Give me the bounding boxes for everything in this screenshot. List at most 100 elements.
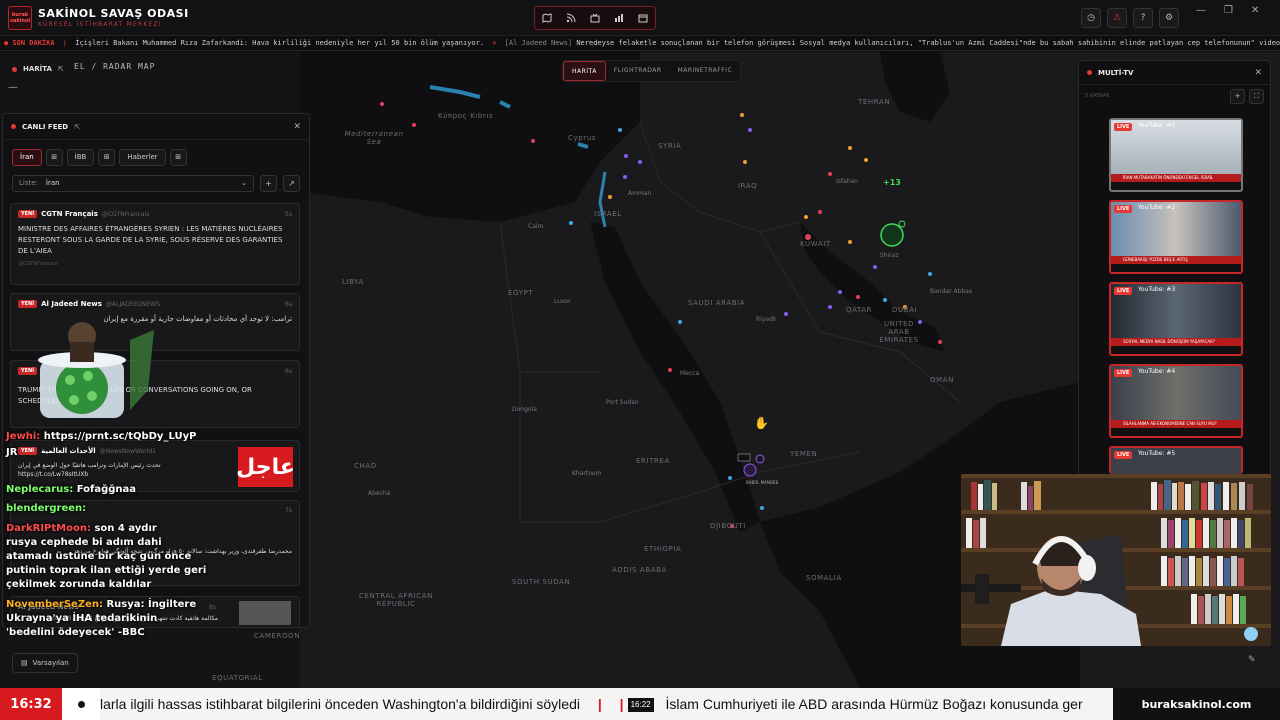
- map-label-kuwait: KUWAIT: [800, 240, 831, 248]
- chat-message: blendergreen:: [6, 502, 86, 515]
- map-panel-header[interactable]: HARİTA ⇱: [4, 60, 72, 78]
- chat-user: blendergreen:: [6, 503, 87, 514]
- tab-grid-icon[interactable]: ⊞: [169, 148, 187, 166]
- city-label: Riyadh: [756, 316, 777, 323]
- live-dot-icon: [12, 66, 17, 72]
- close-icon[interactable]: ✕: [1254, 68, 1262, 78]
- chat-text: Rusya: İngiltere: [106, 599, 197, 610]
- chat-message: 'bedelini ödeyecek' -BBC: [6, 626, 145, 639]
- ticker-item-text[interactable]: İçişleri Bakanı Muhammed Rıza Zafarkandi…: [75, 39, 484, 47]
- gear-icon[interactable]: ⚙: [1159, 8, 1179, 28]
- alert-icon[interactable]: ⚠: [1107, 8, 1127, 28]
- live-dot-icon: [1087, 70, 1092, 75]
- city-label: Shiraz: [880, 252, 899, 259]
- chat-message: Neplecarus: Fofağğnaa: [6, 483, 136, 496]
- close-icon[interactable]: ✕: [293, 122, 301, 132]
- chat-text: Fofağğnaa: [76, 484, 137, 495]
- city-label: Mecca: [680, 370, 700, 377]
- map-label-libya: LIBYA: [342, 278, 364, 286]
- tab-grid-icon[interactable]: ⊞: [98, 148, 116, 166]
- chat-text: Ukrayna'ya İHA tedarikinin: [6, 613, 158, 624]
- tv-strap: GÜNEBAKIŞI YÜZDE BEŞ'E ARTIŞ: [1111, 256, 1241, 264]
- list-select[interactable]: Liste: İran ⌄: [12, 174, 254, 192]
- chat-message: Jewhi: https://prnt.sc/tQbDy_LUyP: [6, 430, 196, 443]
- tab-grid-icon[interactable]: ⊞: [45, 148, 63, 166]
- chat-user: NovemberSeZen:: [6, 599, 103, 610]
- chevron-down-icon: ⌄: [241, 179, 247, 187]
- breaking-news-badge: عاجل: [236, 447, 295, 487]
- city-label: Dongola: [512, 406, 537, 413]
- chart-icon[interactable]: [610, 9, 628, 27]
- app-subtitle: KÜRESEL İSTİHBARAT MERKEZİ: [38, 21, 162, 28]
- webcam-overlay: [961, 474, 1271, 646]
- strait-marker-label: BABÜL MANDEB: [746, 480, 779, 485]
- city-label: Amman: [628, 190, 652, 197]
- tv-channel-card[interactable]: LIVE YouTube: #2 GÜNEBAKIŞI YÜZDE BEŞ'E …: [1109, 200, 1243, 274]
- tv-channel-card[interactable]: LIVE YouTube: #4 SİLAHLANMA AB EKONOMİSİ…: [1109, 364, 1243, 438]
- tv-channel-card[interactable]: LIVE YouTube: #1 İRAN MUTABAKATIN ÖNÜNDE…: [1109, 118, 1243, 192]
- tv-icon[interactable]: [586, 9, 604, 27]
- add-source-button[interactable]: +: [1230, 88, 1245, 104]
- feed-header: CANLI FEED ⇱ ✕: [3, 114, 309, 140]
- tv-strap: İRAN MUTABAKATIN ÖNÜNDEKİ ENGEL İSRAİL: [1111, 174, 1241, 182]
- tab-flightradar[interactable]: FLIGHTRADAR: [606, 61, 670, 81]
- live-badge: LIVE: [1114, 123, 1133, 131]
- multi-tv-subbar: 5 KAYNAK + ⛶: [1079, 85, 1270, 107]
- tv-strap-bar: [1111, 428, 1241, 436]
- close-window-button[interactable]: ✕: [1251, 5, 1259, 16]
- external-link-icon[interactable]: ⇱: [74, 123, 80, 131]
- feed-handle: @CGTNFrancais: [101, 210, 150, 218]
- chat-message: NovemberSeZen: Rusya: İngiltere: [6, 598, 196, 611]
- collapse-button[interactable]: —: [8, 82, 24, 94]
- calendar-icon[interactable]: [634, 9, 652, 27]
- tab-ibb[interactable]: İBB: [66, 148, 95, 166]
- rss-icon[interactable]: [562, 9, 580, 27]
- map-icon[interactable]: [538, 9, 556, 27]
- tab-haberler[interactable]: Haberler: [119, 148, 166, 166]
- add-list-button[interactable]: +: [260, 174, 277, 192]
- feed-list-row: Liste: İran ⌄ + ↗: [12, 172, 300, 194]
- bottom-headline-ticker: larla ilgili hassas istihbarat bilgileri…: [100, 696, 1083, 713]
- bottom-clock: 16:32: [0, 688, 62, 720]
- feed-item[interactable]: YENİ CGTN Français @CGTNFrancais 5s MINI…: [10, 203, 300, 285]
- clock-icon[interactable]: ◷: [1081, 8, 1101, 28]
- list-value: İran: [45, 179, 60, 187]
- minimize-button[interactable]: —: [1196, 5, 1206, 16]
- live-dot-icon: [11, 124, 16, 129]
- map-label-dubai: DUBAI: [892, 306, 918, 314]
- feed-text: تحدث رئيس الإمارات وترامب هاتفيًا حول ال…: [18, 462, 161, 478]
- help-icon[interactable]: ?: [1133, 8, 1153, 28]
- list-label: Liste:: [19, 179, 38, 187]
- expand-list-button[interactable]: ↗: [283, 174, 300, 192]
- map-label-oman: OMAN: [930, 376, 954, 384]
- live-badge: LIVE: [1114, 287, 1133, 295]
- map-panel-label: HARİTA: [23, 65, 52, 73]
- city-label: Isfahan: [836, 178, 858, 185]
- bottom-news-bar: 16:32 larla ilgili hassas istihbarat bil…: [0, 688, 1280, 720]
- tv-channel-card[interactable]: LIVE YouTube: #5: [1109, 446, 1243, 474]
- cluster-marker[interactable]: [880, 223, 904, 247]
- map-icon: ▤: [21, 659, 28, 667]
- tab-marinetraffic[interactable]: MARINETRAFFIC: [670, 61, 741, 81]
- pencil-icon[interactable]: ✎: [1248, 655, 1256, 665]
- feed-age: 8s: [209, 603, 216, 611]
- tv-strap-bar: [1111, 182, 1241, 190]
- map-label-car: CENTRAL AFRICAN REPUBLIC: [359, 592, 433, 608]
- live-badge: LIVE: [1114, 451, 1133, 459]
- tv-channel-card[interactable]: LIVE YouTube: #3 SOSYAL MEDYA NASIL DÖNÜ…: [1109, 282, 1243, 356]
- chat-user: Jewhi:: [6, 431, 41, 442]
- restore-button[interactable]: ❐: [1224, 5, 1233, 16]
- ticker-item-text[interactable]: Neredeyse felaketle sonuçlanan bir telef…: [576, 39, 1280, 47]
- bottom-headline: İslam Cumhuriyeti ile ABD arasında Hürmü…: [665, 696, 1083, 712]
- fullscreen-button[interactable]: ⛶: [1249, 88, 1264, 104]
- defaults-button[interactable]: ▤ Varsayılan: [12, 653, 78, 673]
- external-link-icon[interactable]: ⇱: [58, 65, 64, 73]
- tab-iran[interactable]: İran: [12, 148, 42, 166]
- map-label-syria: SYRIA: [658, 142, 682, 150]
- tab-harita[interactable]: HARİTA: [563, 61, 606, 81]
- logo-text: burak sakinol: [10, 12, 30, 24]
- map-label-cyprus: Cyprus: [568, 134, 597, 142]
- tv-strap: SİLAHLANMA AB EKONOMİSİNE CAN SUYU MU?: [1111, 420, 1241, 428]
- chat-text: rusya cephede bi adım dahi: [6, 537, 162, 548]
- tv-channel-name: YouTube: #4: [1138, 368, 1176, 375]
